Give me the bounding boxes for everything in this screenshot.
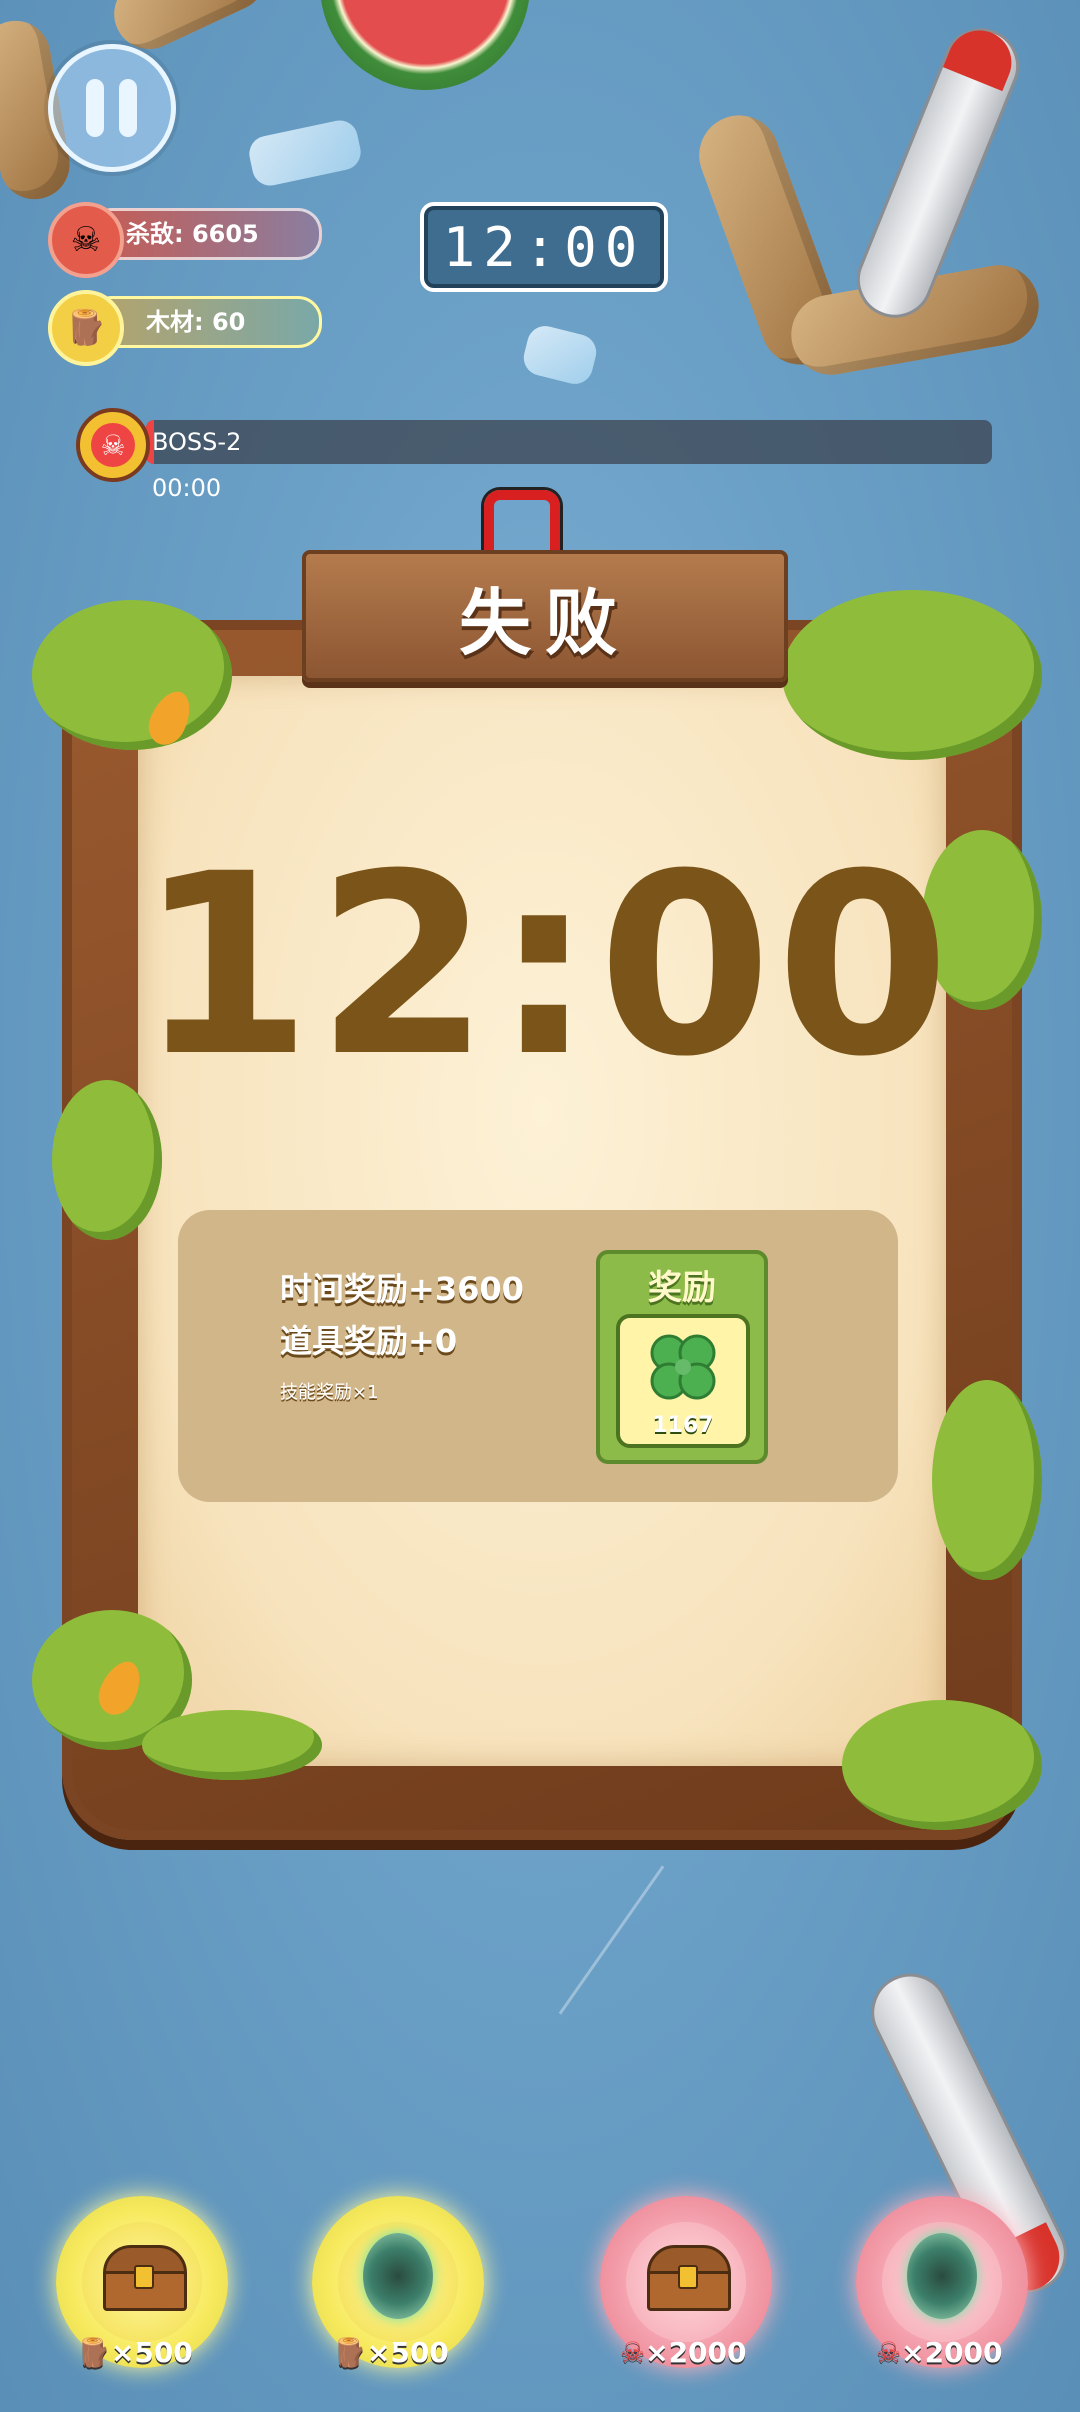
four-leaf-clover-icon — [640, 1324, 726, 1410]
ice-chunk — [519, 322, 601, 388]
reward-box: 时间奖励+3600 道具奖励+0 技能奖励×1 奖励 1167 — [178, 1210, 898, 1502]
skill-reward: 技能奖励×1 — [280, 1382, 379, 1403]
moss-decoration — [842, 1700, 1042, 1830]
moss-decoration — [932, 1380, 1042, 1580]
button-cost: ×2000 — [901, 2336, 1003, 2369]
button-cost: ×500 — [366, 2336, 449, 2369]
moss-decoration — [142, 1710, 322, 1780]
wood-logs-icon: 🪵 — [48, 290, 124, 366]
boss-progress: ☠ BOSS-2 00:00 — [76, 408, 992, 502]
result-title-board: 失败 — [302, 550, 788, 682]
crack-decoration — [558, 1865, 665, 2015]
treasure-chest-icon — [98, 2232, 187, 2320]
reward-card-header: 奖励 — [648, 1268, 716, 1308]
reward-card[interactable]: 奖励 1167 — [596, 1250, 768, 1464]
wood-text: 木材: 60 — [146, 308, 246, 336]
skull-icon: ☠ — [620, 2336, 646, 2369]
skull-icon: ☠ — [48, 202, 124, 278]
kills-text: 杀敌: 6605 — [126, 220, 259, 248]
watermelon-decoration — [320, 0, 530, 90]
result-panel: 失败 12:00 时间奖励+3600 道具奖励+0 技能奖励×1 奖励 1167 — [32, 550, 1042, 1860]
wood-chest-button[interactable]: 🪵×500 — [56, 2196, 228, 2369]
item-reward: 道具奖励+0 — [280, 1322, 458, 1360]
boss-time: 00:00 — [152, 474, 222, 502]
skull-icon: ☠ — [876, 2336, 902, 2369]
time-reward: 时间奖励+3600 — [280, 1270, 524, 1308]
reward-count: 1167 — [652, 1413, 714, 1438]
wood-logs-icon: 🪵 — [332, 2336, 367, 2369]
moss-decoration — [32, 600, 232, 750]
moss-decoration — [782, 590, 1042, 760]
wood-portal-button[interactable]: 🪵×500 — [312, 2196, 484, 2369]
kills-portal-button[interactable]: ☠×2000 — [856, 2196, 1028, 2369]
game-timer: 12:00 — [420, 202, 668, 292]
pause-icon — [119, 79, 137, 137]
result-title: 失败 — [458, 580, 631, 665]
pause-button[interactable] — [48, 44, 176, 172]
treasure-chest-icon — [642, 2232, 731, 2320]
button-cost: ×500 — [110, 2336, 193, 2369]
portal-icon — [898, 2232, 986, 2320]
boss-progress-track — [146, 420, 992, 464]
boss-skull-icon: ☠ — [76, 408, 150, 482]
wood-logs-icon: 🪵 — [76, 2336, 111, 2369]
pause-icon — [86, 79, 104, 137]
survival-time: 12:00 — [138, 820, 954, 1111]
kills-chest-button[interactable]: ☠×2000 — [600, 2196, 772, 2369]
reward-lines: 时间奖励+3600 道具奖励+0 技能奖励×1 — [280, 1264, 524, 1404]
portal-icon — [354, 2232, 442, 2320]
button-cost: ×2000 — [645, 2336, 747, 2369]
boss-name: BOSS-2 — [152, 428, 242, 456]
